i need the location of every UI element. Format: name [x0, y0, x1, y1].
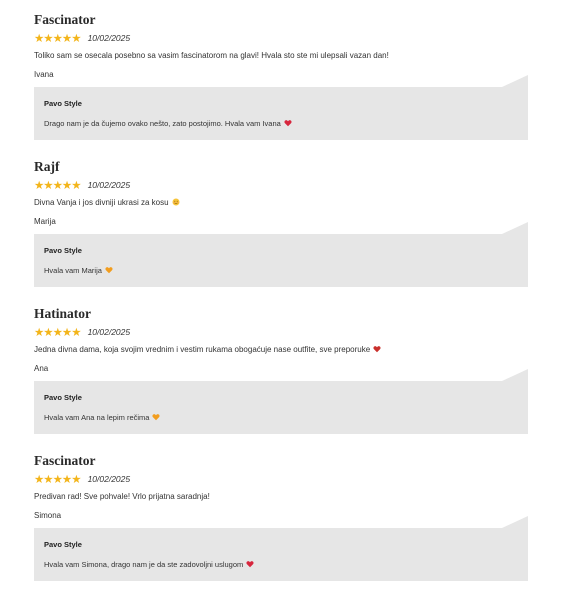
- review-text: Divna Vanja i jos divniji ukrasi za kosu: [34, 197, 528, 209]
- owner-reply: Pavo Style Hvala vam Simona, drago nam j…: [34, 516, 528, 581]
- review-date: 10/02/2025: [87, 327, 131, 337]
- review-meta: ★★★★★ 10/02/2025: [34, 178, 528, 192]
- orange-heart-icon: [105, 267, 113, 274]
- star-rating: ★★★★★: [34, 327, 82, 339]
- review-title: Rajf: [34, 159, 60, 174]
- reply-notch: [502, 222, 528, 234]
- review-meta: ★★★★★ 10/02/2025: [34, 31, 528, 45]
- review-text: Predivan rad! Sve pohvale! Vrlo prijatna…: [34, 492, 210, 501]
- review-item: Fascinator ★★★★★ 10/02/2025 Toliko sam s…: [34, 11, 528, 158]
- review-text: Jedna divna dama, koja svojim vrednim i …: [34, 344, 528, 356]
- red-heart-icon: [284, 120, 292, 127]
- owner-reply: Pavo Style Hvala vam Marija: [34, 222, 528, 287]
- review-date: 10/02/2025: [87, 474, 131, 484]
- review-meta: ★★★★★ 10/02/2025: [34, 325, 528, 339]
- reply-text: Drago nam je da čujemo ovako nešto, zato…: [44, 118, 292, 129]
- reply-notch: [502, 75, 528, 87]
- review-author: Simona: [34, 511, 62, 520]
- red-heart-icon: [246, 561, 254, 568]
- review-author: Ivana: [34, 70, 54, 79]
- review-author: Marija: [34, 217, 56, 226]
- reply-author: Pavo Style: [44, 246, 82, 255]
- review-title: Hatinator: [34, 306, 91, 321]
- owner-reply: Pavo Style Drago nam je da čujemo ovako …: [34, 75, 528, 140]
- star-rating: ★★★★★: [34, 33, 82, 45]
- reply-text: Hvala vam Simona, drago nam je da ste za…: [44, 559, 254, 570]
- review-author: Ana: [34, 364, 49, 373]
- review-date: 10/02/2025: [87, 33, 131, 43]
- review-item: Fascinator ★★★★★ 10/02/2025 Predivan rad…: [34, 452, 528, 599]
- star-rating: ★★★★★: [34, 180, 82, 192]
- reply-text: Hvala vam Ana na lepim rečima: [44, 412, 161, 423]
- reply-author: Pavo Style: [44, 393, 82, 402]
- review-meta: ★★★★★ 10/02/2025: [34, 472, 528, 486]
- review-item: Hatinator ★★★★★ 10/02/2025 Jedna divna d…: [34, 305, 528, 452]
- smile-emoji-icon: [172, 198, 180, 206]
- review-date: 10/02/2025: [87, 180, 131, 190]
- reply-author: Pavo Style: [44, 540, 82, 549]
- reply-notch: [502, 369, 528, 381]
- star-rating: ★★★★★: [34, 474, 82, 486]
- reply-notch: [502, 516, 528, 528]
- review-text: Toliko sam se osecala posebno sa vasim f…: [34, 51, 389, 60]
- reply-author: Pavo Style: [44, 99, 82, 108]
- red-heart-icon: [373, 346, 381, 353]
- review-title: Fascinator: [34, 12, 96, 27]
- review-title: Fascinator: [34, 453, 96, 468]
- review-item: Rajf ★★★★★ 10/02/2025 Divna Vanja i jos …: [34, 158, 528, 305]
- owner-reply: Pavo Style Hvala vam Ana na lepim rečima: [34, 369, 528, 434]
- orange-heart-icon: [152, 414, 161, 421]
- reviews-list: Fascinator ★★★★★ 10/02/2025 Toliko sam s…: [34, 11, 528, 599]
- reply-text: Hvala vam Marija: [44, 265, 113, 276]
